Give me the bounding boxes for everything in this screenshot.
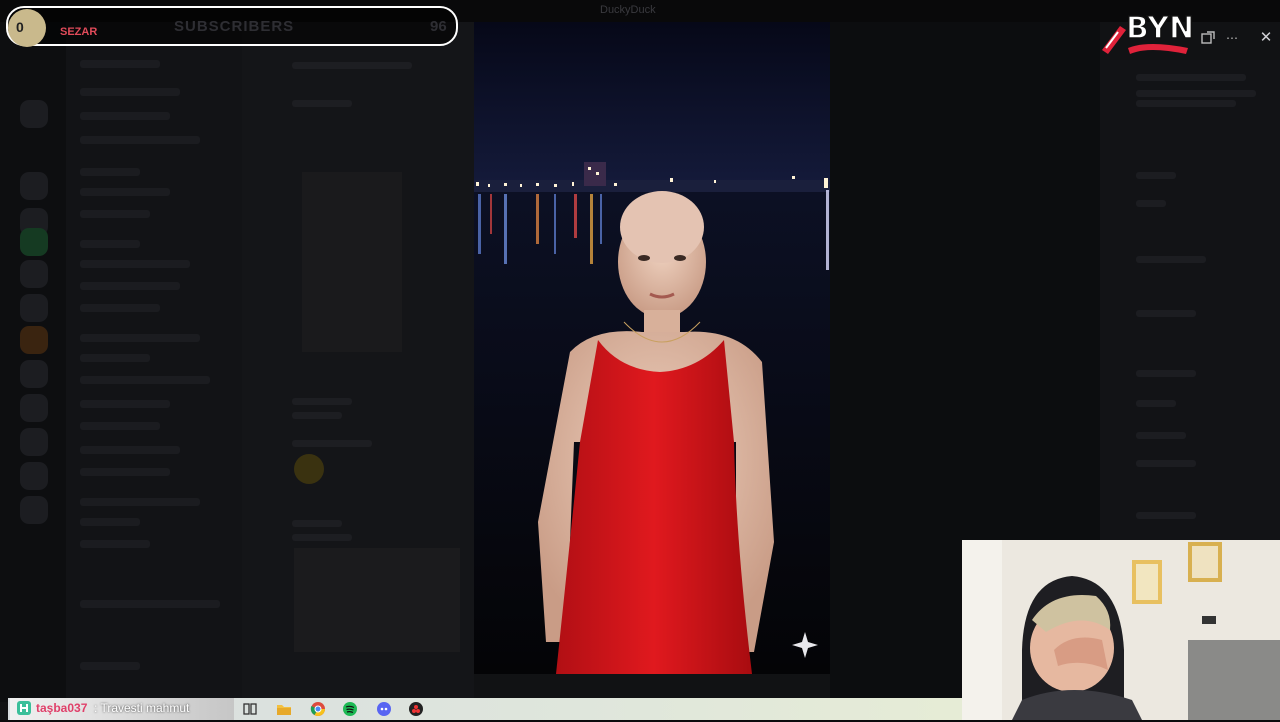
emoji-icon: [294, 454, 324, 484]
channel-item[interactable]: [80, 600, 220, 608]
channel-item[interactable]: [80, 468, 170, 476]
subscriber-bar-title: SUBSCRIBERS: [174, 18, 295, 35]
member-item[interactable]: [1136, 100, 1236, 107]
member-item[interactable]: [1136, 74, 1246, 81]
close-icon[interactable]: ✕: [1256, 28, 1276, 48]
open-new-window-icon[interactable]: [1200, 30, 1216, 46]
server-icon[interactable]: [20, 100, 48, 128]
attachment-thumbnail[interactable]: [302, 172, 402, 352]
file-explorer-icon[interactable]: [276, 701, 292, 717]
chat-message: Travesti mahmut: [100, 701, 190, 715]
more-icon[interactable]: ⋯: [1224, 30, 1240, 46]
member-item[interactable]: [1136, 512, 1196, 519]
discord-icon[interactable]: [376, 701, 392, 717]
server-icon[interactable]: [20, 260, 48, 288]
server-rail: [0, 22, 66, 702]
message-placeholder: [292, 534, 352, 541]
channel-item[interactable]: [80, 60, 160, 68]
channel-item[interactable]: [80, 334, 200, 342]
channel-item[interactable]: [80, 400, 170, 408]
channel-item[interactable]: [80, 240, 140, 248]
svg-text:BYN: BYN: [1126, 11, 1194, 46]
channel-item[interactable]: [80, 168, 140, 176]
channel-item[interactable]: [80, 498, 200, 506]
message-placeholder: [292, 398, 352, 405]
channel-item[interactable]: [80, 136, 200, 144]
message-placeholder: [292, 62, 412, 69]
channel-item[interactable]: [80, 540, 150, 548]
member-list: [1100, 60, 1280, 540]
server-icon[interactable]: [20, 294, 48, 322]
member-item[interactable]: [1136, 90, 1256, 97]
channel-item[interactable]: [80, 282, 180, 290]
message-placeholder: [292, 520, 342, 527]
member-item[interactable]: [1136, 460, 1196, 467]
chat-message-text: : Travesti mahmut: [94, 701, 189, 715]
server-icon[interactable]: [20, 462, 48, 490]
chat-badge-icon: [16, 700, 32, 716]
chat-username: taşba037: [36, 701, 88, 715]
server-icon[interactable]: [20, 360, 48, 388]
channel-item[interactable]: [80, 188, 170, 196]
server-icon[interactable]: [20, 428, 48, 456]
subscriber-count-badge: [8, 9, 46, 47]
message-placeholder: [292, 440, 372, 447]
message-placeholder: [292, 100, 352, 107]
server-icon[interactable]: [20, 496, 48, 524]
server-icon[interactable]: [20, 228, 48, 256]
webcam-overlay: [962, 540, 1280, 720]
channel-item[interactable]: [80, 354, 150, 362]
channel-item[interactable]: [80, 518, 140, 526]
attachment-thumbnail[interactable]: [294, 548, 460, 652]
window-title: DuckyDuck: [600, 4, 656, 16]
member-item[interactable]: [1136, 256, 1206, 263]
obs-icon[interactable]: [408, 701, 424, 717]
server-icon[interactable]: [20, 172, 48, 200]
member-item[interactable]: [1136, 200, 1166, 207]
task-view-icon[interactable]: [242, 701, 258, 717]
channel-item[interactable]: [80, 662, 140, 670]
channel-item[interactable]: [80, 210, 150, 218]
channel-item[interactable]: [80, 446, 180, 454]
sparkle-icon: [792, 632, 818, 658]
channel-item[interactable]: [80, 304, 160, 312]
spotify-icon[interactable]: [342, 701, 358, 717]
server-icon[interactable]: [20, 326, 48, 354]
chat-area: [242, 22, 474, 702]
channel-item[interactable]: [80, 376, 210, 384]
subscriber-count: 0: [16, 19, 24, 35]
member-item[interactable]: [1136, 400, 1176, 407]
channel-item[interactable]: [80, 422, 160, 430]
latest-subscriber-name: SEZAR: [60, 26, 98, 38]
message-placeholder: [292, 412, 342, 419]
subscriber-goal: 96: [430, 18, 447, 35]
channel-item[interactable]: [80, 112, 170, 120]
member-item[interactable]: [1136, 310, 1196, 317]
channel-item[interactable]: [80, 88, 180, 96]
image-viewer-photo[interactable]: [474, 22, 830, 674]
member-item[interactable]: [1136, 432, 1186, 439]
channel-list: [66, 22, 242, 702]
member-item[interactable]: [1136, 172, 1176, 179]
channel-logo: BYN: [1098, 4, 1195, 58]
member-item[interactable]: [1136, 370, 1196, 377]
channel-item[interactable]: [80, 260, 190, 268]
chrome-icon[interactable]: [310, 701, 326, 717]
server-icon[interactable]: [20, 394, 48, 422]
